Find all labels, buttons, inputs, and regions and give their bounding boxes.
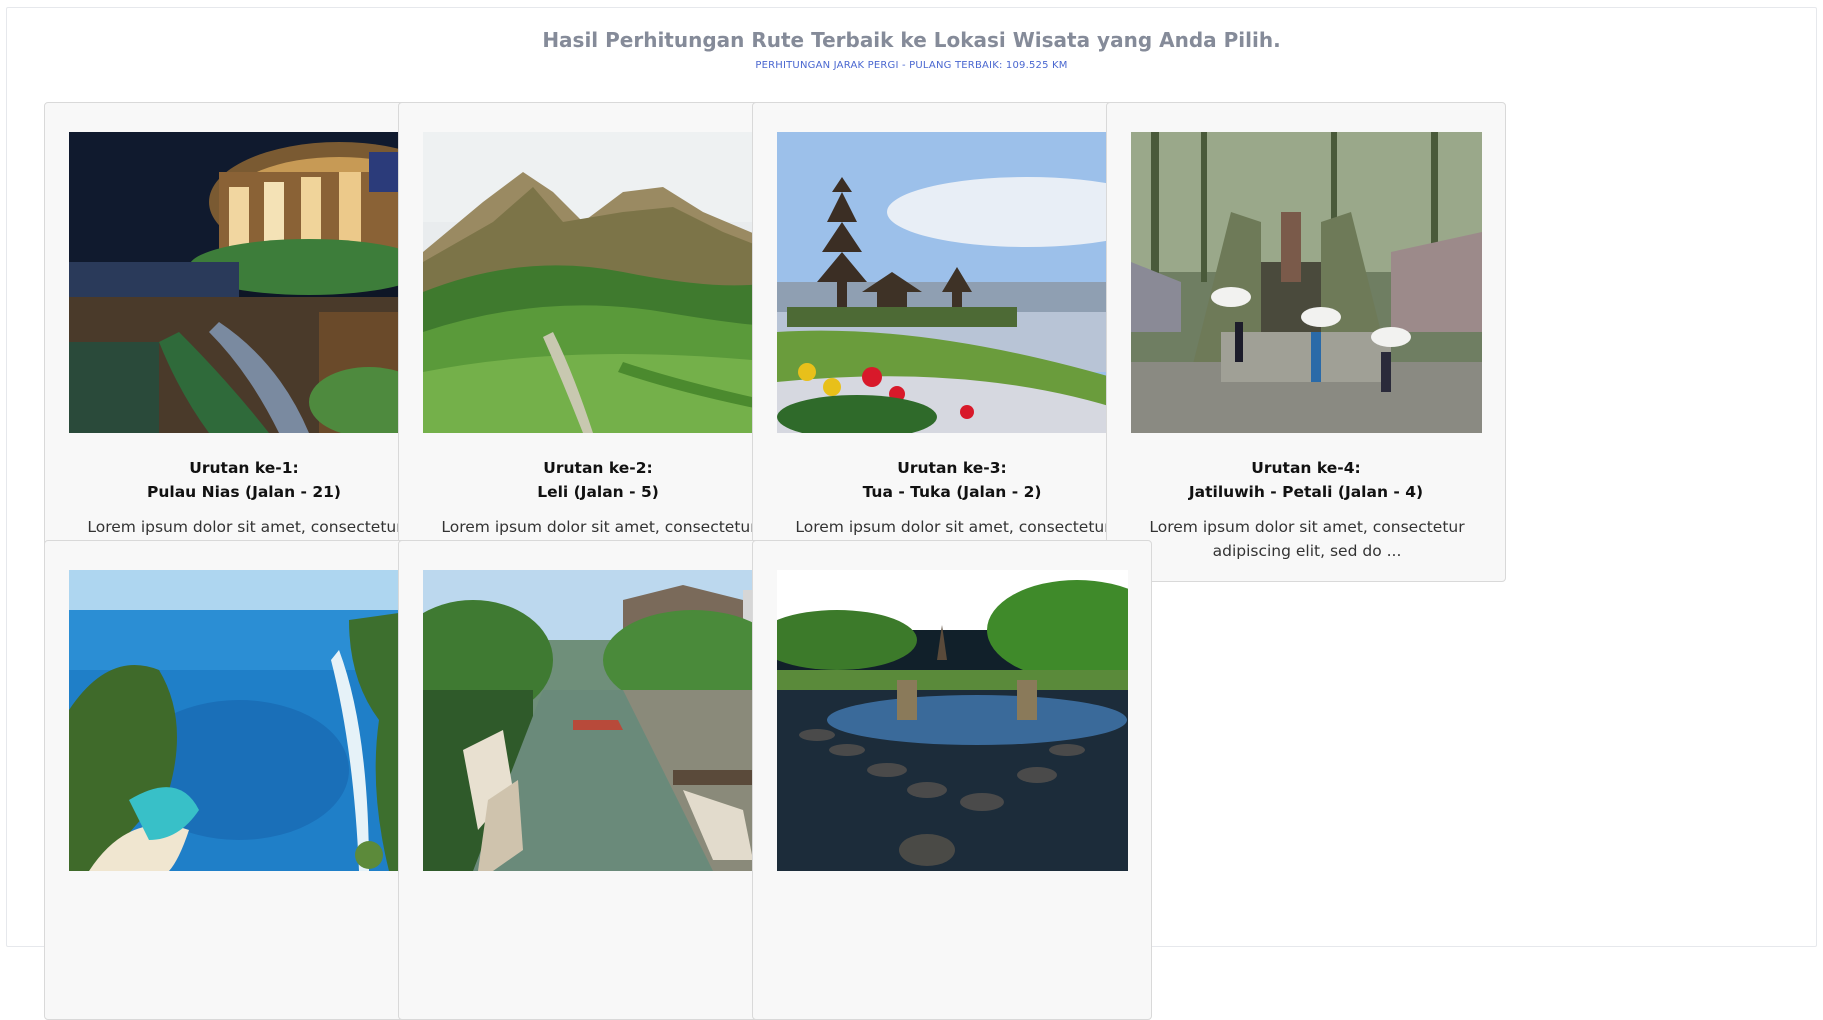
- page-title: Hasil Perhitungan Rute Terbaik ke Lokasi…: [542, 28, 1281, 52]
- destination-card-3[interactable]: Urutan ke-3: Tua - Tuka (Jalan - 2) Lore…: [752, 102, 1152, 582]
- destination-description: Lorem ipsum dolor sit amet, consectetur …: [1149, 518, 1465, 560]
- destination-card-7[interactable]: [752, 540, 1152, 1020]
- destination-caption-2: Urutan ke-2: Leli (Jalan - 5): [399, 456, 797, 504]
- route-order: Urutan ke-1:: [189, 459, 299, 477]
- destination-photo-5[interactable]: [69, 570, 420, 871]
- destination-card-2[interactable]: Urutan ke-2: Leli (Jalan - 5) Lorem ipsu…: [398, 102, 798, 582]
- destination-caption-1: Urutan ke-1: Pulau Nias (Jalan - 21): [45, 456, 443, 504]
- destination-card-6[interactable]: [398, 540, 798, 1020]
- results-panel: Hasil Perhitungan Rute Terbaik ke Lokasi…: [6, 7, 1817, 1020]
- destination-photo-4[interactable]: [1131, 132, 1482, 433]
- destination-photo-1[interactable]: [69, 132, 420, 433]
- destination-card-1[interactable]: Urutan ke-1: Pulau Nias (Jalan - 21) Lor…: [44, 102, 444, 582]
- destination-card-4[interactable]: Urutan ke-4: Jatiluwih - Petali (Jalan -…: [1106, 102, 1506, 582]
- destination-photo-7[interactable]: [777, 570, 1128, 871]
- destination-photo-3[interactable]: [777, 132, 1128, 433]
- destination-caption-3: Urutan ke-3: Tua - Tuka (Jalan - 2): [753, 456, 1151, 504]
- destination-name: Jatiluwih - Petali (Jalan - 4): [1188, 483, 1424, 501]
- best-distance-summary: PERHITUNGAN JARAK PERGI - PULANG TERBAIK…: [755, 60, 1068, 71]
- destination-caption-4: Urutan ke-4: Jatiluwih - Petali (Jalan -…: [1107, 456, 1505, 504]
- destination-photo-2[interactable]: [423, 132, 774, 433]
- route-order: Urutan ke-3:: [897, 459, 1007, 477]
- destination-name: Leli (Jalan - 5): [537, 483, 659, 501]
- route-order: Urutan ke-2:: [543, 459, 653, 477]
- destination-photo-6[interactable]: [423, 570, 774, 871]
- destination-name: Pulau Nias (Jalan - 21): [147, 483, 341, 501]
- destination-card-5[interactable]: [44, 540, 444, 1020]
- route-order: Urutan ke-4:: [1251, 459, 1361, 477]
- destination-name: Tua - Tuka (Jalan - 2): [862, 483, 1042, 501]
